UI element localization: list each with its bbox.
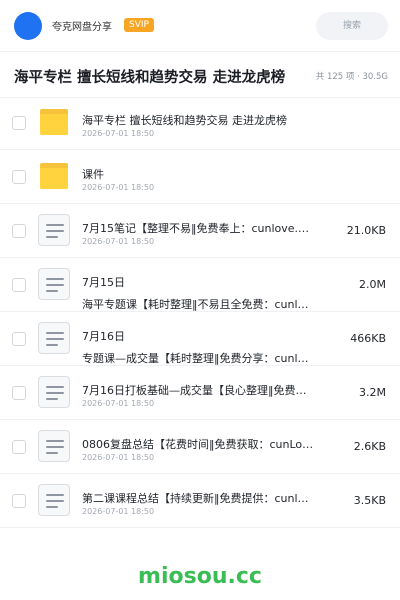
file-size: 21.0KB: [346, 224, 386, 237]
document-icon: [38, 268, 70, 300]
document-icon: [38, 322, 70, 354]
file-size: 466KB: [350, 332, 386, 345]
file-date: 2026-07-01 18:50: [82, 237, 155, 246]
file-name: 海平专栏 擅长短线和趋势交易 走进龙虎榜: [82, 114, 287, 127]
file-date: 2026-07-01 18:50: [82, 399, 155, 408]
file-name-subtitle: 专题课—成交量【耗时整理‖免费分享：cunlove.cn】: [82, 352, 314, 365]
file-row[interactable]: 第二课课程总结【持续更新‖免费提供：cunlove.cn】 2026-07-01…: [0, 474, 400, 528]
select-checkbox[interactable]: [12, 332, 26, 346]
file-name-subtitle: 海平专题课【耗时整理‖不易且全免费：cunlove.cn】: [82, 298, 314, 311]
file-size: 3.2M: [359, 386, 386, 399]
select-checkbox[interactable]: [12, 224, 26, 238]
document-icon: [38, 214, 70, 246]
watermark-link[interactable]: miosou.cc: [0, 564, 400, 589]
file-size: 2.6KB: [353, 440, 386, 453]
select-checkbox[interactable]: [12, 440, 26, 454]
file-name: 7月15日: [82, 276, 125, 289]
file-name: 7月15笔记【整理不易‖免费奉上：cunlove.cn】: [82, 222, 314, 235]
select-checkbox[interactable]: [12, 116, 26, 130]
select-checkbox[interactable]: [12, 278, 26, 292]
file-list: 海平专栏 擅长短线和趋势交易 走进龙虎榜 2026-07-01 18:50 课件…: [0, 96, 400, 528]
file-size: 2.0M: [359, 278, 386, 291]
user-avatar[interactable]: [14, 12, 42, 40]
file-row[interactable]: 7月16日打板基础—成交量【良心整理‖免费获取：cunlove.cn】 2026…: [0, 366, 400, 420]
document-icon: [38, 484, 70, 516]
svip-badge: SVIP: [124, 18, 154, 32]
file-name: 7月16日打板基础—成交量【良心整理‖免费获取：cunlove.cn】: [82, 384, 314, 397]
file-row[interactable]: 海平专栏 擅长短线和趋势交易 走进龙虎榜 2026-07-01 18:50: [0, 96, 400, 150]
file-date: 2026-07-01 18:50: [82, 507, 155, 516]
file-date: 2026-07-01 18:50: [82, 453, 155, 462]
file-row[interactable]: 课件 2026-07-01 18:50: [0, 150, 400, 204]
file-row[interactable]: 0806复盘总结【花费时间‖免费获取：cunLove.cn】 2026-07-0…: [0, 420, 400, 474]
folder-meta: 共 125 项 · 30.5G: [315, 72, 388, 82]
file-date: 2026-07-01 18:50: [82, 129, 155, 138]
select-checkbox[interactable]: [12, 494, 26, 508]
file-row[interactable]: 7月15日 海平专题课【耗时整理‖不易且全免费：cunlove.cn】 2.0M: [0, 258, 400, 312]
search-input[interactable]: 搜索: [316, 12, 388, 40]
select-checkbox[interactable]: [12, 386, 26, 400]
file-name: 0806复盘总结【花费时间‖免费获取：cunLove.cn】: [82, 438, 314, 451]
share-username: 夸克网盘分享: [52, 22, 112, 33]
folder-icon: [38, 106, 70, 138]
page-title: 海平专栏 擅长短线和趋势交易 走进龙虎榜: [14, 70, 286, 86]
document-icon: [38, 430, 70, 462]
document-icon: [38, 376, 70, 408]
folder-icon: [38, 160, 70, 192]
file-size: 3.5KB: [353, 494, 386, 507]
select-checkbox[interactable]: [12, 170, 26, 184]
app-header: 夸克网盘分享 SVIP 搜索: [0, 0, 400, 52]
file-row[interactable]: 7月16日 专题课—成交量【耗时整理‖免费分享：cunlove.cn】 466K…: [0, 312, 400, 366]
file-name: 课件: [82, 168, 104, 181]
file-name: 第二课课程总结【持续更新‖免费提供：cunlove.cn】: [82, 492, 314, 505]
file-date: 2026-07-01 18:50: [82, 183, 155, 192]
file-row[interactable]: 7月15笔记【整理不易‖免费奉上：cunlove.cn】 2026-07-01 …: [0, 204, 400, 258]
file-name: 7月16日: [82, 330, 125, 343]
folder-title-bar: 海平专栏 擅长短线和趋势交易 走进龙虎榜 共 125 项 · 30.5G: [0, 52, 400, 98]
